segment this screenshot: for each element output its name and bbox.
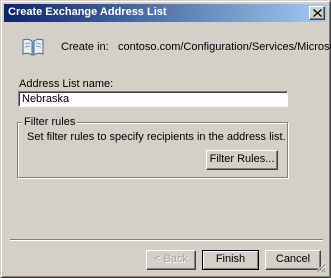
close-icon [313,9,322,17]
footer-separator [10,239,323,241]
address-book-icon [22,38,44,56]
create-in-label: Create in: [61,41,109,53]
address-list-name-label: Address List name: [19,78,114,90]
title-bar[interactable]: Create Exchange Address List [4,4,327,22]
resize-grip-icon[interactable] [315,262,326,273]
filter-rules-description: Set filter rules to specify recipients i… [27,131,286,143]
close-button[interactable] [309,6,325,20]
dialog-window: Create Exchange Address List Create in: … [0,0,331,278]
window-title: Create Exchange Address List [8,6,167,18]
cancel-button[interactable]: Cancel [265,250,321,270]
filter-rules-button[interactable]: Filter Rules... [206,150,278,170]
filter-rules-legend: Filter rules [22,116,78,128]
finish-button[interactable]: Finish [202,250,259,270]
address-list-name-input[interactable]: Nebraska [18,91,288,107]
back-button[interactable]: < Back [146,250,196,270]
create-in-path: contoso.com/Configuration/Services/Micro… [118,41,331,53]
